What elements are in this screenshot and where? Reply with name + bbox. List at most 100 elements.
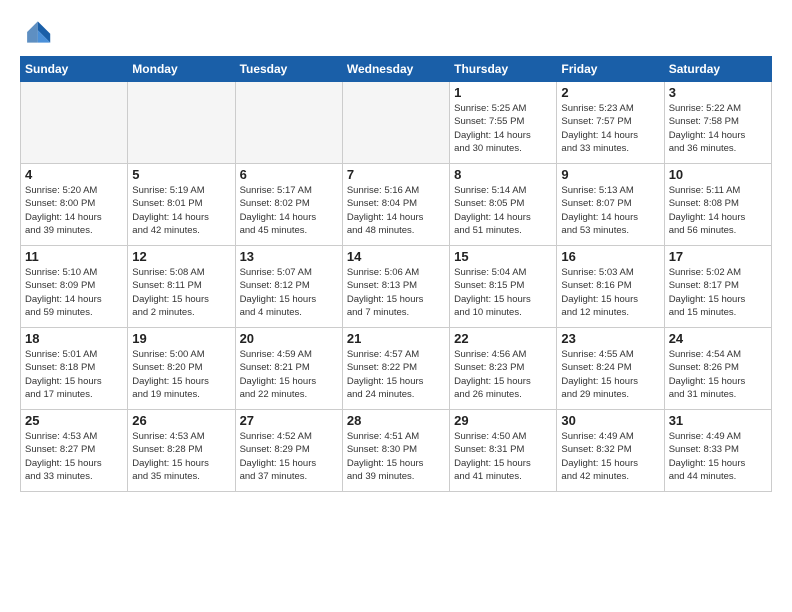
calendar-week-row: 4Sunrise: 5:20 AM Sunset: 8:00 PM Daylig… [21,164,772,246]
day-number: 23 [561,331,659,346]
day-info: Sunrise: 5:13 AM Sunset: 8:07 PM Dayligh… [561,184,659,237]
day-number: 28 [347,413,445,428]
day-info: Sunrise: 4:50 AM Sunset: 8:31 PM Dayligh… [454,430,552,483]
calendar-week-row: 1 Sunrise: 5:25 AM Sunset: 7:55 PM Daylig… [21,82,772,164]
day-info: Sunrise: 5:10 AM Sunset: 8:09 PM Dayligh… [25,266,123,319]
calendar-cell: 19 Sunrise: 5:00 AM Sunset: 8:20 PM Dayli… [128,328,235,410]
day-info: Sunrise: 5:17 AM Sunset: 8:02 PM Dayligh… [240,184,338,237]
day-info: Sunrise: 5:07 AM Sunset: 8:12 PM Dayligh… [240,266,338,319]
day-number: 21 [347,331,445,346]
calendar-cell [235,82,342,164]
day-info: Sunrise: 5:22 AM Sunset: 7:58 PM Dayligh… [669,102,767,155]
day-info: Sunrise: 5:01 AM Sunset: 8:18 PM Dayligh… [25,348,123,401]
day-info: Sunrise: 5:08 AM Sunset: 8:11 PM Dayligh… [132,266,230,319]
day-info: Sunrise: 5:03 AM Sunset: 8:16 PM Dayligh… [561,266,659,319]
day-number: 16 [561,249,659,264]
weekday-header: Wednesday [342,57,449,82]
calendar-cell [21,82,128,164]
day-info: Sunrise: 4:59 AM Sunset: 8:21 PM Dayligh… [240,348,338,401]
calendar-cell: 24Sunrise: 4:54 AM Sunset: 8:26 PM Dayli… [664,328,771,410]
day-number: 10 [669,167,767,182]
day-info: Sunrise: 5:14 AM Sunset: 8:05 PM Dayligh… [454,184,552,237]
day-number: 11 [25,249,123,264]
day-info: Sunrise: 5:25 AM Sunset: 7:55 PM Dayligh… [454,102,552,155]
calendar-cell: 23Sunrise: 4:55 AM Sunset: 8:24 PM Dayli… [557,328,664,410]
day-number: 12 [132,249,230,264]
day-number: 25 [25,413,123,428]
calendar-week-row: 25 Sunrise: 4:53 AM Sunset: 8:27 PM Dayli… [21,410,772,492]
weekday-header: Tuesday [235,57,342,82]
day-info: Sunrise: 5:02 AM Sunset: 8:17 PM Dayligh… [669,266,767,319]
calendar-cell: 18 Sunrise: 5:01 AM Sunset: 8:18 PM Dayli… [21,328,128,410]
calendar-cell: 31 Sunrise: 4:49 AM Sunset: 8:33 PM Dayli… [664,410,771,492]
day-number: 18 [25,331,123,346]
calendar-cell: 17 Sunrise: 5:02 AM Sunset: 8:17 PM Dayli… [664,246,771,328]
calendar-header-row: SundayMondayTuesdayWednesdayThursdayFrid… [21,57,772,82]
day-number: 26 [132,413,230,428]
page: SundayMondayTuesdayWednesdayThursdayFrid… [0,0,792,508]
calendar-cell: 12 Sunrise: 5:08 AM Sunset: 8:11 PM Dayli… [128,246,235,328]
calendar-cell: 7 Sunrise: 5:16 AM Sunset: 8:04 PM Daylig… [342,164,449,246]
calendar-cell: 5Sunrise: 5:19 AM Sunset: 8:01 PM Daylig… [128,164,235,246]
header [20,16,772,48]
day-number: 9 [561,167,659,182]
day-number: 31 [669,413,767,428]
day-number: 29 [454,413,552,428]
day-number: 1 [454,85,552,100]
day-number: 19 [132,331,230,346]
calendar-cell: 16 Sunrise: 5:03 AM Sunset: 8:16 PM Dayli… [557,246,664,328]
calendar-week-row: 18 Sunrise: 5:01 AM Sunset: 8:18 PM Dayli… [21,328,772,410]
calendar-cell: 3Sunrise: 5:22 AM Sunset: 7:58 PM Daylig… [664,82,771,164]
day-info: Sunrise: 4:49 AM Sunset: 8:32 PM Dayligh… [561,430,659,483]
calendar-cell [342,82,449,164]
calendar-cell: 13Sunrise: 5:07 AM Sunset: 8:12 PM Dayli… [235,246,342,328]
calendar-cell: 30 Sunrise: 4:49 AM Sunset: 8:32 PM Dayli… [557,410,664,492]
day-number: 14 [347,249,445,264]
weekday-header: Friday [557,57,664,82]
day-info: Sunrise: 4:56 AM Sunset: 8:23 PM Dayligh… [454,348,552,401]
day-info: Sunrise: 5:11 AM Sunset: 8:08 PM Dayligh… [669,184,767,237]
calendar-cell: 26 Sunrise: 4:53 AM Sunset: 8:28 PM Dayli… [128,410,235,492]
day-number: 8 [454,167,552,182]
calendar-cell [128,82,235,164]
day-number: 30 [561,413,659,428]
calendar-cell: 29 Sunrise: 4:50 AM Sunset: 8:31 PM Dayli… [450,410,557,492]
calendar-cell: 4Sunrise: 5:20 AM Sunset: 8:00 PM Daylig… [21,164,128,246]
day-info: Sunrise: 4:51 AM Sunset: 8:30 PM Dayligh… [347,430,445,483]
calendar-cell: 1 Sunrise: 5:25 AM Sunset: 7:55 PM Daylig… [450,82,557,164]
calendar-cell: 2 Sunrise: 5:23 AM Sunset: 7:57 PM Daylig… [557,82,664,164]
day-info: Sunrise: 4:52 AM Sunset: 8:29 PM Dayligh… [240,430,338,483]
calendar-cell: 20 Sunrise: 4:59 AM Sunset: 8:21 PM Dayli… [235,328,342,410]
day-info: Sunrise: 4:57 AM Sunset: 8:22 PM Dayligh… [347,348,445,401]
day-info: Sunrise: 4:49 AM Sunset: 8:33 PM Dayligh… [669,430,767,483]
calendar-cell: 21 Sunrise: 4:57 AM Sunset: 8:22 PM Dayli… [342,328,449,410]
calendar-week-row: 11 Sunrise: 5:10 AM Sunset: 8:09 PM Dayli… [21,246,772,328]
calendar-cell: 10 Sunrise: 5:11 AM Sunset: 8:08 PM Dayli… [664,164,771,246]
day-info: Sunrise: 5:00 AM Sunset: 8:20 PM Dayligh… [132,348,230,401]
day-number: 17 [669,249,767,264]
calendar-cell: 15 Sunrise: 5:04 AM Sunset: 8:15 PM Dayli… [450,246,557,328]
weekday-header: Monday [128,57,235,82]
day-number: 22 [454,331,552,346]
calendar-cell: 11 Sunrise: 5:10 AM Sunset: 8:09 PM Dayli… [21,246,128,328]
day-number: 24 [669,331,767,346]
weekday-header: Sunday [21,57,128,82]
day-number: 27 [240,413,338,428]
day-number: 2 [561,85,659,100]
day-number: 4 [25,167,123,182]
day-info: Sunrise: 4:53 AM Sunset: 8:27 PM Dayligh… [25,430,123,483]
day-info: Sunrise: 5:04 AM Sunset: 8:15 PM Dayligh… [454,266,552,319]
calendar-table: SundayMondayTuesdayWednesdayThursdayFrid… [20,56,772,492]
day-info: Sunrise: 4:53 AM Sunset: 8:28 PM Dayligh… [132,430,230,483]
weekday-header: Thursday [450,57,557,82]
calendar-cell: 14Sunrise: 5:06 AM Sunset: 8:13 PM Dayli… [342,246,449,328]
day-number: 7 [347,167,445,182]
day-number: 15 [454,249,552,264]
day-info: Sunrise: 5:16 AM Sunset: 8:04 PM Dayligh… [347,184,445,237]
calendar-cell: 25 Sunrise: 4:53 AM Sunset: 8:27 PM Dayli… [21,410,128,492]
day-number: 20 [240,331,338,346]
day-info: Sunrise: 5:23 AM Sunset: 7:57 PM Dayligh… [561,102,659,155]
calendar-cell: 27 Sunrise: 4:52 AM Sunset: 8:29 PM Dayli… [235,410,342,492]
calendar-cell: 22 Sunrise: 4:56 AM Sunset: 8:23 PM Dayli… [450,328,557,410]
logo-icon [20,16,52,48]
